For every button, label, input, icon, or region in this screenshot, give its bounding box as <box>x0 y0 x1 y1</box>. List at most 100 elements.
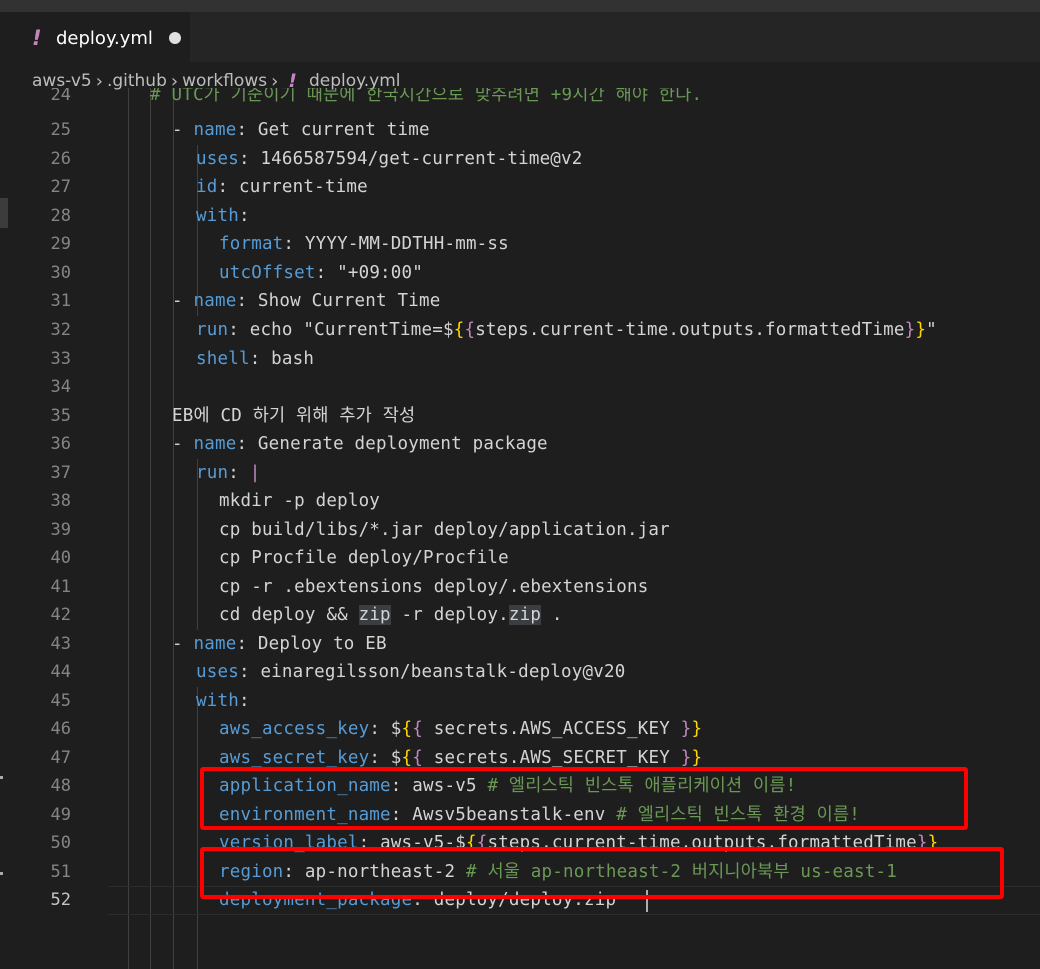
line-number: 51 <box>50 862 71 882</box>
script-text: mkdir -p deploy <box>219 491 381 511</box>
yaml-block-indicator: | <box>249 463 261 483</box>
code-line: 33 shell: bash <box>0 345 1040 374</box>
line-number: 32 <box>50 320 71 340</box>
yaml-key: name <box>193 634 237 654</box>
yaml-expression: secrets.AWS_ACCESS_KEY <box>433 719 670 739</box>
line-number: 31 <box>50 291 71 311</box>
code-line: 29 format: YYYY-MM-DDTHH-mm-ss <box>0 230 1040 259</box>
line-number: 45 <box>50 691 71 711</box>
code-editor[interactable]: 24 # UTC가 기준이기 때문에 한국시간으로 맞추려면 +9시간 해야 한… <box>0 88 1040 969</box>
plain-text: EB에 CD 하기 위해 추가 작성 <box>172 406 416 426</box>
title-bar <box>0 0 1040 12</box>
yaml-key: id <box>196 177 218 197</box>
code-line: 36 - name: Generate deployment package <box>0 430 1040 459</box>
yaml-value: "+09:00" <box>337 263 423 283</box>
yaml-value: Show Current Time <box>257 291 441 311</box>
yaml-key: with <box>196 206 239 226</box>
unsaved-dot-icon[interactable] <box>168 32 181 44</box>
yaml-value: echo "CurrentTime=$ <box>249 320 454 340</box>
code-line: 24 # UTC가 기준이기 때문에 한국시간으로 맞추려면 +9시간 해야 한… <box>0 88 1040 110</box>
code-line: 42 cd deploy && zip -r deploy.zip . <box>0 601 1040 630</box>
yaml-value: 1466587594/get-current-time@v2 <box>260 149 583 169</box>
line-number: 50 <box>50 833 71 853</box>
yaml-value: Get current time <box>257 120 430 140</box>
code-line: 40 cp Procfile deploy/Procfile <box>0 544 1040 573</box>
line-number: 36 <box>50 434 71 454</box>
line-number: 25 <box>50 120 71 140</box>
code-line: 35 EB에 CD 하기 위해 추가 작성 <box>0 402 1040 431</box>
yaml-key: format <box>219 234 284 254</box>
line-number: 52 <box>50 890 71 910</box>
line-number: 34 <box>50 377 71 397</box>
yaml-key: name <box>193 434 237 454</box>
code-line: 46 aws_access_key: ${{ secrets.AWS_ACCES… <box>0 715 1040 744</box>
code-line: 25 - name: Get current time <box>0 116 1040 145</box>
highlight-box-app-env <box>200 767 968 830</box>
line-number: 24 <box>50 88 71 105</box>
yaml-icon: ! <box>32 26 42 50</box>
code-line: 28 with: <box>0 202 1040 231</box>
code-line: 39 cp build/libs/*.jar deploy/applicatio… <box>0 516 1040 545</box>
line-number: 40 <box>50 548 71 568</box>
yaml-key: name <box>193 291 237 311</box>
code-line: 31 - name: Show Current Time <box>0 287 1040 316</box>
yaml-key: run <box>196 463 229 483</box>
yaml-key: aws_secret_key <box>219 748 370 768</box>
tab-deploy-yml[interactable]: ! deploy.yml <box>0 12 190 64</box>
yaml-key: run <box>196 320 229 340</box>
yaml-expression: steps.current-time.outputs.formattedTime <box>475 320 905 340</box>
yaml-value: Generate deployment package <box>257 434 548 454</box>
gutter-dot <box>0 872 3 875</box>
line-number: 46 <box>50 719 71 739</box>
yaml-value: bash <box>271 349 315 369</box>
yaml-value: current-time <box>238 177 368 197</box>
word-highlight: zip <box>508 605 542 625</box>
word-highlight: zip <box>358 605 391 625</box>
yaml-key: aws_access_key <box>219 719 370 739</box>
code-line: 45 with: <box>0 687 1040 716</box>
code-line: 26 uses: 1466587594/get-current-time@v2 <box>0 145 1040 174</box>
line-number: 33 <box>50 349 71 369</box>
script-text: cp Procfile deploy/Procfile <box>219 548 509 568</box>
line-number: 48 <box>50 776 71 796</box>
yaml-value: einaregilsson/beanstalk-deploy@v20 <box>260 662 626 682</box>
code-line: 44 uses: einaregilsson/beanstalk-deploy@… <box>0 658 1040 687</box>
code-line: 34 <box>0 373 1040 402</box>
line-number: 27 <box>50 177 71 197</box>
code-line: 41 cp -r .ebextensions deploy/.ebextensi… <box>0 573 1040 602</box>
line-number: 42 <box>50 605 71 625</box>
code-line: 32 run: echo "CurrentTime=${{steps.curre… <box>0 316 1040 345</box>
code-line: 27 id: current-time <box>0 173 1040 202</box>
yaml-expression: secrets.AWS_SECRET_KEY <box>433 748 670 768</box>
code-line: 43 - name: Deploy to EB <box>0 630 1040 659</box>
line-number: 49 <box>50 805 71 825</box>
gutter-dot <box>0 776 3 779</box>
line-number: 29 <box>50 234 71 254</box>
line-number: 26 <box>50 149 71 169</box>
code-line: 37 run: | <box>0 459 1040 488</box>
tab-label: deploy.yml <box>56 27 153 49</box>
comment-text: # UTC가 기준이기 때문에 한국시간으로 맞추려면 +9시간 해야 한다. <box>150 88 703 105</box>
line-number: 30 <box>50 263 71 283</box>
yaml-key: uses <box>196 149 239 169</box>
line-number: 37 <box>50 463 71 483</box>
highlight-box-region <box>200 847 1004 899</box>
yaml-key: shell <box>196 349 250 369</box>
yaml-key: with <box>196 691 239 711</box>
line-number: 47 <box>50 748 71 768</box>
line-number: 41 <box>50 577 71 597</box>
line-number: 44 <box>50 662 71 682</box>
code-line: 38 mkdir -p deploy <box>0 487 1040 516</box>
line-number: 35 <box>50 406 71 426</box>
script-text: cp -r .ebextensions deploy/.ebextensions <box>219 577 649 597</box>
yaml-value: Deploy to EB <box>257 634 387 654</box>
line-number: 43 <box>50 634 71 654</box>
yaml-value: YYYY-MM-DDTHH-mm-ss <box>304 234 509 254</box>
tab-bar: ! deploy.yml <box>0 12 1040 64</box>
yaml-key: uses <box>196 662 239 682</box>
line-number: 39 <box>50 520 71 540</box>
code-line: 30 utcOffset: "+09:00" <box>0 259 1040 288</box>
line-number: 28 <box>50 206 71 226</box>
script-text: cp build/libs/*.jar deploy/application.j… <box>219 520 670 540</box>
line-number: 38 <box>50 491 71 511</box>
